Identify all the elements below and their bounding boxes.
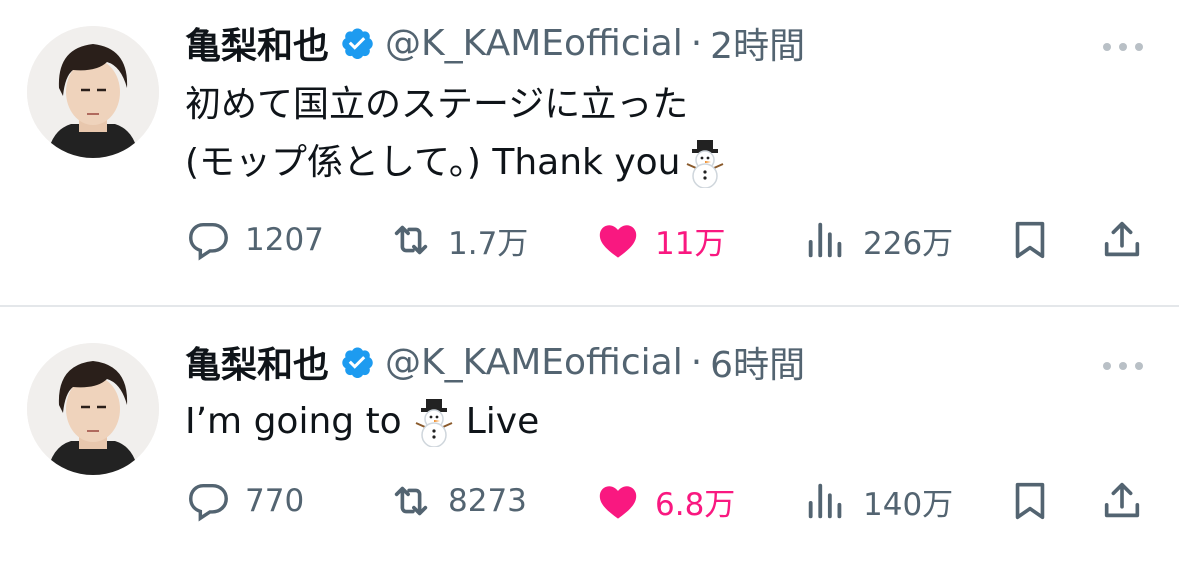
display-name[interactable]: 亀梨和也 (185, 336, 329, 388)
views-icon (808, 222, 842, 258)
more-options-icon[interactable] (1101, 357, 1145, 370)
display-name[interactable]: 亀梨和也 (185, 17, 329, 69)
heart-filled-icon (599, 225, 637, 258)
more-options-icon[interactable] (1101, 38, 1145, 51)
like-count: 11万 (655, 225, 726, 262)
timestamp[interactable]: 6時間 (710, 336, 805, 388)
reply-icon (189, 483, 228, 522)
avatar[interactable] (27, 343, 159, 475)
share-button[interactable] (1099, 216, 1145, 264)
snowman-emoji-icon (683, 138, 727, 189)
repost-icon (394, 225, 428, 255)
tweet-text-before: I’m going to (185, 401, 402, 442)
like-button[interactable]: 6.8万 (595, 477, 735, 525)
tweet-header: 亀梨和也 @K_KAMEofficial · 6時間 (185, 337, 805, 387)
handle[interactable]: @K_KAMEofficial (385, 23, 683, 64)
bookmark-icon (1015, 221, 1045, 259)
avatar[interactable] (27, 26, 159, 158)
repost-button[interactable]: 1.7万 (388, 216, 528, 264)
tweet-text-line: (モップ係として。) Thank you (185, 142, 681, 183)
reply-count: 1207 (245, 222, 324, 258)
views-count: 226万 (863, 225, 954, 262)
like-button[interactable]: 11万 (595, 216, 725, 264)
reply-count: 770 (245, 483, 305, 519)
tweet-text: I’m going to Live (185, 393, 539, 451)
repost-count: 1.7万 (448, 225, 529, 262)
tweet-text-line: 初めて国立のステージに立った (185, 84, 689, 125)
bookmark-button[interactable] (1007, 216, 1053, 264)
share-icon (1104, 221, 1140, 257)
bookmark-icon (1015, 482, 1045, 520)
verified-badge-icon (339, 344, 375, 380)
tweet[interactable]: 亀梨和也 @K_KAMEofficial · 2時間 初めて国立のステージに立っ… (0, 0, 1179, 305)
heart-filled-icon (599, 486, 637, 519)
reply-button[interactable]: 770 (185, 477, 304, 525)
action-bar: 770 8273 6.8万 140万 (185, 477, 1155, 525)
snowman-emoji-icon (412, 397, 456, 448)
tweet-text: 初めて国立のステージに立った (モップ係として。) Thank you (185, 76, 729, 192)
share-icon (1104, 482, 1140, 518)
verified-badge-icon (339, 25, 375, 61)
like-count: 6.8万 (655, 486, 736, 523)
separator: · (690, 341, 703, 383)
repost-icon (394, 486, 428, 516)
reply-icon (189, 222, 228, 261)
views-count: 140万 (863, 486, 954, 523)
handle[interactable]: @K_KAMEofficial (385, 342, 683, 383)
tweet-text-after: Live (465, 401, 540, 442)
action-bar: 1207 1.7万 11万 226万 (185, 216, 1155, 264)
tweet[interactable]: 亀梨和也 @K_KAMEofficial · 6時間 I’m going to (0, 307, 1179, 564)
repost-count: 8273 (448, 483, 527, 519)
share-button[interactable] (1099, 477, 1145, 525)
reply-button[interactable]: 1207 (185, 216, 324, 264)
timestamp[interactable]: 2時間 (710, 17, 805, 69)
separator: · (690, 22, 703, 64)
views-icon (808, 483, 842, 519)
repost-button[interactable]: 8273 (388, 477, 527, 525)
tweet-header: 亀梨和也 @K_KAMEofficial · 2時間 (185, 18, 805, 68)
views-button[interactable]: 226万 (803, 216, 953, 264)
bookmark-button[interactable] (1007, 477, 1053, 525)
views-button[interactable]: 140万 (803, 477, 953, 525)
